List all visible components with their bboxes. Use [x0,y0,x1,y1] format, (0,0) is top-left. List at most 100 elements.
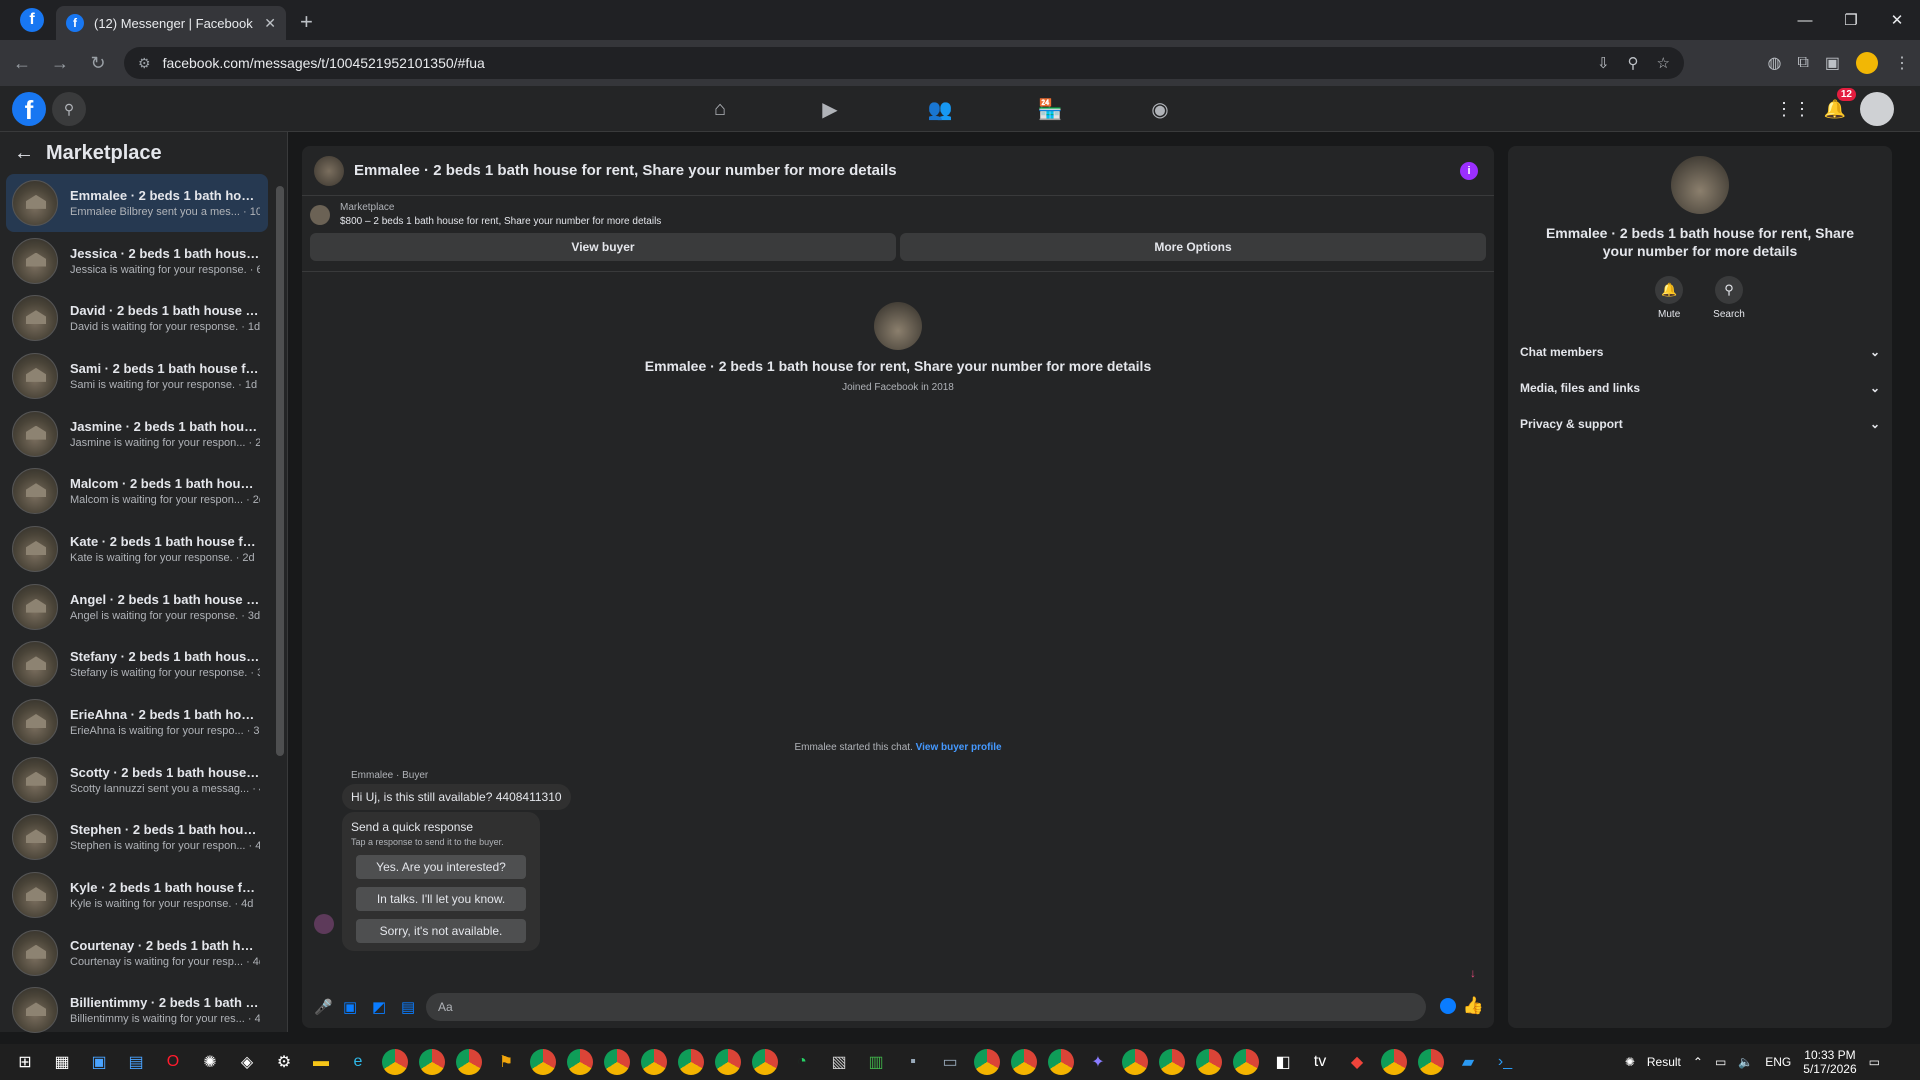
vpn-globe-icon[interactable]: ◍ [1767,53,1781,73]
side-panel-icon[interactable]: ▣ [1825,53,1840,73]
conversation-item[interactable]: Kyle · 2 beds 1 bath house for re... Kyle… [6,866,268,924]
conversation-item[interactable]: Sami · 2 beds 1 bath house for r... Sami … [6,347,268,405]
chrome-icon[interactable] [678,1049,704,1075]
conversation-item[interactable]: Courtenay · 2 beds 1 bath hous... Courten… [6,924,268,982]
app-icon[interactable]: ⚑ [493,1049,519,1075]
back-button[interactable]: ← [6,47,38,79]
chrome-icon[interactable] [567,1049,593,1075]
message-bubble[interactable]: Hi Uj, is this still available? 44084113… [342,784,571,810]
info-icon[interactable]: i [1460,162,1478,180]
conversation-item[interactable]: Jessica · 2 beds 1 bath house for... Jess… [6,232,268,290]
copilot-icon[interactable]: ✦ [1085,1049,1111,1075]
emoji-icon[interactable] [1440,998,1456,1014]
forward-button[interactable]: → [44,47,76,79]
conversation-item[interactable]: Angel · 2 beds 1 bath house for ... Angel… [6,578,268,636]
app-icon[interactable]: ▤ [123,1049,149,1075]
chrome-icon[interactable] [382,1049,408,1075]
scrollbar[interactable] [276,174,284,1034]
quick-response-yes[interactable]: Yes. Are you interested? [356,855,526,879]
more-options-button[interactable]: More Options [900,233,1486,261]
conversation-item[interactable]: David · 2 beds 1 bath house for ... David… [6,289,268,347]
notification-center-icon[interactable]: ▭ [1869,1055,1880,1069]
chrome-icon[interactable] [641,1049,667,1075]
search-action[interactable]: ⚲ Search [1713,276,1745,320]
close-tab-icon[interactable]: ✕ [264,15,276,32]
close-window-button[interactable]: ✕ [1874,0,1920,40]
friends-icon[interactable]: 👥 [920,97,960,122]
listing-thumbnail[interactable] [310,204,330,225]
terminal-icon[interactable]: ›_ [1492,1049,1518,1075]
chrome-icon[interactable] [1233,1049,1259,1075]
edge-icon[interactable]: e [345,1049,371,1075]
opera-icon[interactable]: O [160,1049,186,1075]
tab-messenger[interactable]: f (12) Messenger | Facebook ✕ [56,6,286,40]
chrome-icon[interactable] [1011,1049,1037,1075]
mute-action[interactable]: 🔔 Mute [1655,276,1684,320]
extensions-icon[interactable]: ⧉ [1797,54,1808,72]
marketplace-icon[interactable]: 🏪 [1030,97,1070,122]
app-icon[interactable]: ▥ [863,1049,889,1075]
quick-response-sorry[interactable]: Sorry, it's not available. [356,919,526,943]
weather-icon[interactable]: ✺ [1625,1055,1635,1069]
listing-title[interactable]: $800 – 2 beds 1 bath house for rent, Sha… [340,216,661,227]
back-arrow-icon[interactable]: ← [14,142,34,165]
conversation-item[interactable]: Scotty · 2 beds 1 bath house for... Scott… [6,751,268,809]
app-icon[interactable]: ◧ [1270,1049,1296,1075]
conversation-item[interactable]: Stephen · 2 beds 1 bath house f... Stephe… [6,809,268,867]
chrome-icon[interactable] [456,1049,482,1075]
search-icon[interactable]: ⚲ [52,92,86,126]
photo-icon[interactable]: ▣ [343,998,372,1016]
conversation-item[interactable]: Jasmine · 2 beds 1 bath house f... Jasmin… [6,405,268,463]
app-icon[interactable]: ▭ [937,1049,963,1075]
pinned-tab-facebook[interactable]: f [20,8,44,32]
apple-tv-icon[interactable]: tv [1307,1049,1333,1075]
quick-response-in-talks[interactable]: In talks. I'll let you know. [356,887,526,911]
store-icon[interactable]: ▣ [86,1049,112,1075]
chrome-icon[interactable] [530,1049,556,1075]
conversation-item[interactable]: Kate · 2 beds 1 bath house for r... Kate … [6,520,268,578]
task-view-icon[interactable]: ▦ [49,1049,75,1075]
clock[interactable]: 10:33 PM 5/17/2026 [1803,1048,1856,1076]
section-privacy-support[interactable]: Privacy & support ⌄ [1508,406,1892,442]
conversation-item[interactable]: Stefany · 2 beds 1 bath house fo... Stefa… [6,636,268,694]
menu-grid-icon[interactable]: ⋮⋮ [1775,92,1811,126]
network-icon[interactable]: ▭ [1715,1055,1726,1069]
chrome-icon[interactable] [1159,1049,1185,1075]
home-icon[interactable]: ⌂ [700,98,740,121]
facebook-logo-icon[interactable]: f [12,92,46,126]
scrollbar-thumb[interactable] [276,186,284,756]
video-icon[interactable]: ▶ [810,97,850,122]
like-thumb-icon[interactable]: 👍 [1463,996,1484,1016]
chrome-icon[interactable] [1196,1049,1222,1075]
address-bar[interactable]: ⚙ facebook.com/messages/t/10045219521013… [124,47,1684,79]
notifications-icon[interactable]: 🔔 12 [1818,88,1856,126]
chrome-icon[interactable] [715,1049,741,1075]
groups-icon[interactable]: ◉ [1140,97,1180,122]
view-buyer-profile-link[interactable]: View buyer profile [916,742,1002,753]
chrome-icon[interactable] [604,1049,630,1075]
chrome-icon[interactable] [1381,1049,1407,1075]
conversation-item[interactable]: Malcom · 2 beds 1 bath house f... Malcom … [6,462,268,520]
file-explorer-icon[interactable]: ▬ [308,1049,334,1075]
install-icon[interactable]: ⇩ [1597,54,1610,72]
profile-avatar[interactable] [1856,52,1878,74]
microphone-icon[interactable]: 🎤 [314,998,343,1016]
conversation-item[interactable]: Billientimmy · 2 beds 1 bath ho... Billie… [6,982,268,1040]
windows-start-icon[interactable]: ⊞ [12,1049,38,1075]
chrome-icon[interactable] [1122,1049,1148,1075]
language-indicator[interactable]: ENG [1765,1055,1791,1069]
reload-button[interactable]: ↻ [82,47,114,79]
restore-button[interactable]: ❐ [1828,0,1874,40]
result-widget[interactable]: Result [1647,1055,1681,1069]
settings-gear-icon[interactable]: ⚙ [271,1049,297,1075]
bookmark-star-icon[interactable]: ☆ [1657,54,1670,72]
minimize-button[interactable]: — [1782,0,1828,40]
view-buyer-button[interactable]: View buyer [310,233,896,261]
app-icon[interactable]: ▪ [900,1049,926,1075]
menu-icon[interactable]: ⋮ [1894,53,1910,73]
security-icon[interactable]: ◈ [234,1049,260,1075]
conversation-item[interactable]: Emmalee · 2 beds 1 bath house ... Emmalee… [6,174,268,232]
account-avatar[interactable] [1860,92,1894,126]
new-tab-button[interactable]: + [300,9,313,35]
conversation-item[interactable]: ErieAhna · 2 beds 1 bath house f... ErieA… [6,693,268,751]
